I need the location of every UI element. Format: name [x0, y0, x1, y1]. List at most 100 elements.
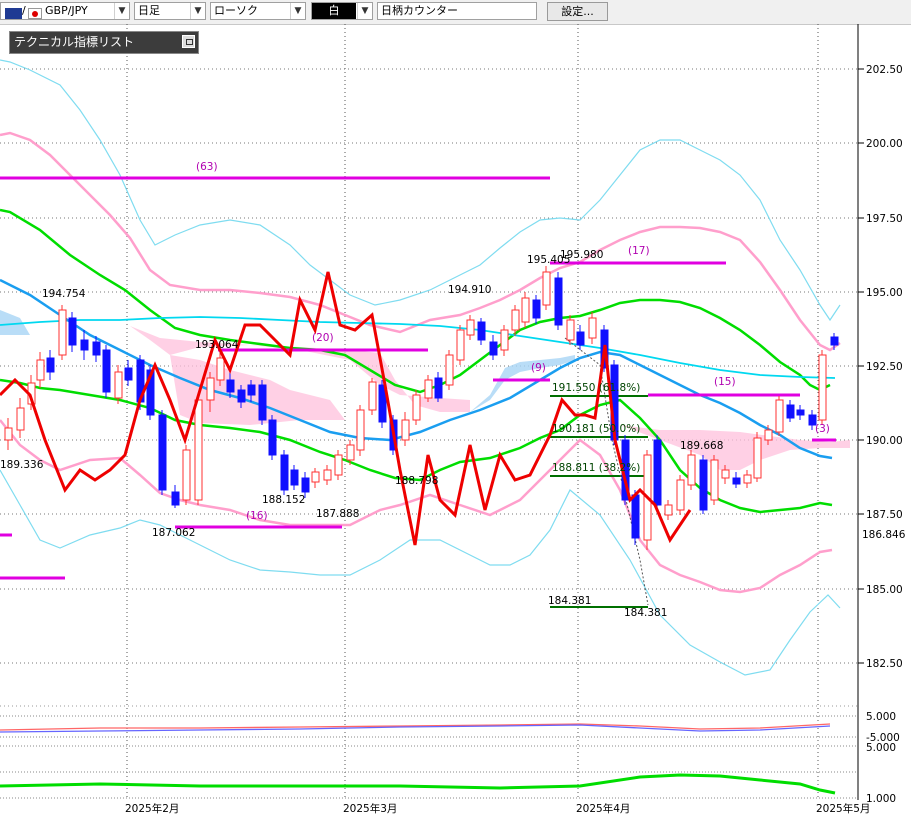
candle-body	[489, 341, 498, 356]
band-outer-upper	[0, 59, 841, 322]
candle-body	[80, 339, 89, 351]
candle-body	[542, 271, 551, 306]
zone-label: (16)	[246, 510, 268, 522]
candle-body	[114, 371, 123, 399]
candle-body	[247, 384, 256, 396]
candle-body	[687, 454, 696, 486]
fib-label: 188.811 (38.2%)	[552, 462, 640, 474]
x-tick-label: 2025年4月	[576, 802, 630, 815]
candle-body	[554, 277, 563, 326]
zone-label: (3)	[815, 423, 830, 435]
zone-label: (20)	[312, 332, 334, 344]
minimize-icon[interactable]	[182, 35, 195, 48]
candle-body	[732, 477, 741, 485]
candle-body	[830, 336, 839, 346]
zone-label: (15)	[714, 376, 736, 388]
candle-body	[401, 419, 410, 441]
candle-body	[664, 504, 673, 516]
candle-body	[412, 394, 421, 421]
price-label: 187.062	[152, 527, 195, 539]
oscillator2-line	[0, 773, 836, 795]
candle-body	[216, 357, 225, 381]
y-tick-label: 190.00	[866, 435, 903, 447]
color-mode-label: 白	[312, 3, 356, 19]
price-chart[interactable]: 194.754 193.064 189.336 187.062 188.152 187.8…	[0, 24, 911, 818]
candle-body	[346, 444, 355, 461]
price-label: 194.910	[448, 284, 491, 296]
candle-body	[699, 459, 708, 511]
candle-body	[311, 471, 320, 483]
indicator-list-panel[interactable]: テクニカル指標リスト	[9, 31, 199, 54]
candle-body	[194, 399, 203, 501]
y-tick-label: 192.50	[866, 361, 903, 373]
price-label: 193.064	[195, 339, 239, 351]
timeframe-select[interactable]: 日足 ▼	[134, 2, 206, 20]
zone-label: (63)	[196, 161, 218, 173]
current-price-label: 186.846	[862, 529, 906, 541]
price-label: 187.888	[316, 508, 359, 520]
chevron-down-icon[interactable]: ▼	[190, 3, 205, 19]
candle-body	[4, 427, 13, 441]
candle-body	[171, 491, 180, 506]
y-tick-label: 197.50	[866, 213, 903, 225]
candle-body	[721, 469, 730, 479]
x-tick-label: 2025年5月	[816, 802, 870, 815]
x-tick-label: 2025年3月	[343, 802, 397, 815]
candle-body	[36, 359, 45, 381]
chevron-down-icon[interactable]: ▼	[114, 3, 129, 19]
candle-body	[226, 379, 235, 393]
candle-body	[334, 454, 343, 476]
candle-body	[676, 479, 685, 511]
candle-body	[46, 357, 55, 373]
y-tick-label: 185.00	[866, 584, 903, 596]
chart-style-label: ローソク	[214, 4, 258, 17]
candle-body	[368, 381, 377, 411]
candle-body	[445, 354, 454, 386]
chart-style-select[interactable]: ローソク ▼	[210, 2, 306, 20]
ma-slow	[0, 208, 831, 394]
indicator-list-title: テクニカル指標リスト	[14, 35, 135, 49]
price-label: 188.152	[262, 494, 305, 506]
chevron-down-icon[interactable]: ▼	[357, 3, 372, 19]
jp-flag-icon	[28, 8, 42, 19]
flag-slash: /	[22, 4, 26, 17]
symbol-label: GBP/JPY	[45, 4, 88, 17]
y-tick-label: 182.50	[866, 658, 903, 670]
zone-label: (9)	[531, 362, 546, 374]
candle-body	[268, 419, 277, 456]
candle-body	[323, 469, 332, 481]
price-label: 188.798	[395, 475, 438, 487]
candle-body	[532, 299, 541, 319]
candle-body	[566, 319, 575, 341]
chevron-down-icon[interactable]: ▼	[290, 3, 305, 19]
candle-body	[356, 409, 365, 451]
candle-body	[206, 377, 215, 401]
counter-field[interactable]: 日柄カウンター	[377, 2, 537, 20]
candle-body	[764, 429, 773, 441]
candle-body	[158, 414, 167, 491]
symbol-select[interactable]: / GBP/JPY ▼	[0, 2, 130, 20]
toolbar: / GBP/JPY ▼ 日足 ▼ ローソク ▼ 白 ▼ 日柄カウンター 設定..…	[0, 0, 911, 25]
candle-body	[743, 474, 752, 484]
candle-body	[511, 309, 520, 331]
osc-tick-label: 5.000	[866, 742, 896, 754]
candle-body	[796, 409, 805, 416]
candle-body	[434, 377, 443, 399]
y-tick-label: 187.50	[866, 509, 903, 521]
candle-body	[753, 437, 762, 479]
candle-body	[466, 319, 475, 336]
price-label: 189.668	[680, 440, 723, 452]
candle-body	[576, 331, 585, 346]
timeframe-label: 日足	[138, 4, 160, 17]
candle-body	[124, 367, 133, 381]
candle-body	[301, 477, 310, 493]
zone-label: (17)	[628, 245, 650, 257]
candle-body	[500, 329, 509, 351]
candle-body	[290, 469, 299, 486]
fib-label: 191.550 (61.8%)	[552, 382, 640, 394]
settings-button[interactable]: 設定...	[547, 2, 608, 21]
candle-body	[588, 317, 597, 339]
candle-body	[280, 454, 289, 491]
x-axis: 2025年2月 2025年3月 2025年4月 2025年5月	[125, 802, 870, 815]
color-mode-select[interactable]: 白 ▼	[311, 2, 373, 20]
